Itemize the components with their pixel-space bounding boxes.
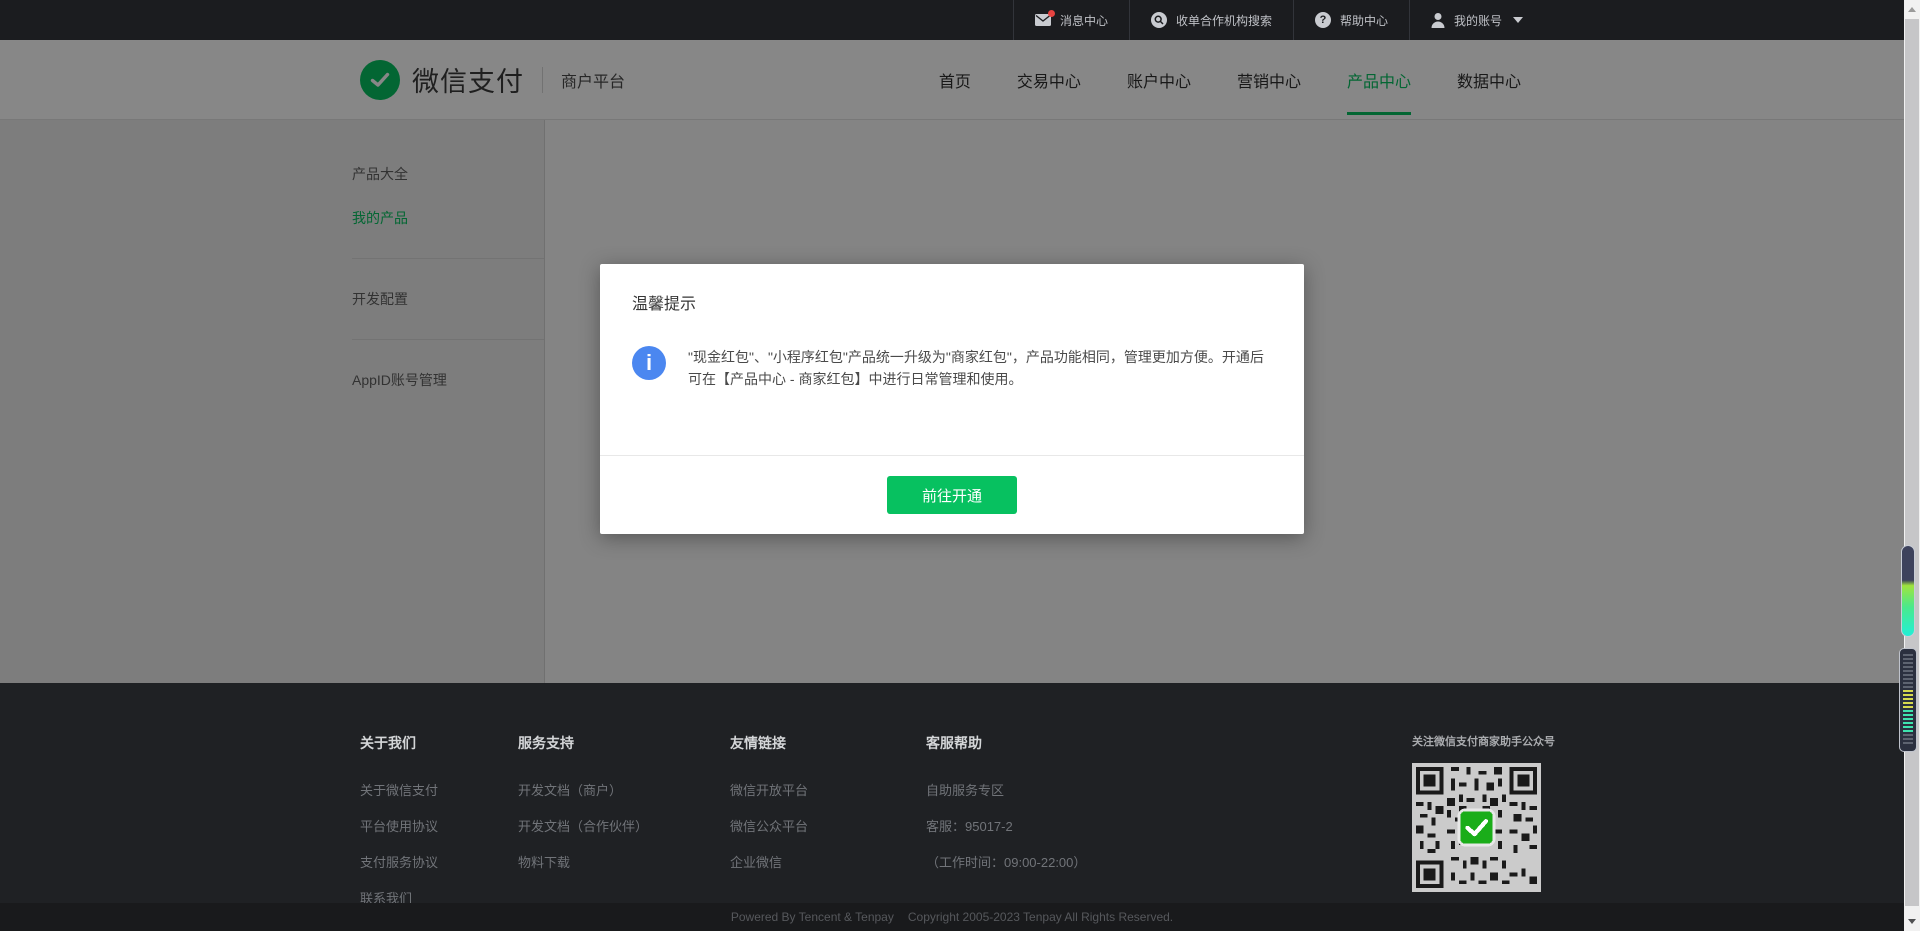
go-activate-button[interactable]: 前往开通 [887, 476, 1017, 514]
footer-service-phone: 客服：95017-2 [926, 816, 1412, 835]
user-icon [1431, 12, 1445, 28]
modal-footer: 前往开通 [600, 455, 1304, 534]
footer-col-about: 关于我们 关于微信支付 平台使用协议 支付服务协议 联系我们 [360, 733, 518, 924]
scrollbar [1904, 0, 1920, 931]
footer-link-payment-agreement[interactable]: 支付服务协议 [360, 852, 518, 871]
footer-qr-block: 关注微信支付商家助手公众号 [1412, 733, 1544, 924]
footer-service-hours: （工作时间：09:00-22:00） [926, 852, 1412, 871]
footer-heading: 关于我们 [360, 733, 518, 753]
topbar-item-label: 我的账号 [1454, 12, 1502, 29]
footer-link-platform-agreement[interactable]: 平台使用协议 [360, 816, 518, 835]
footer: 关于我们 关于微信支付 平台使用协议 支付服务协议 联系我们 服务支持 开发文档… [0, 683, 1904, 931]
powered-by-text: Powered By Tencent & Tenpay [731, 910, 894, 924]
info-icon: i [632, 346, 666, 380]
modal-title: 温馨提示 [600, 264, 1304, 314]
footer-heading: 友情链接 [730, 733, 926, 753]
footer-link-self-service[interactable]: 自助服务专区 [926, 780, 1412, 799]
topbar-item-label: 收单合作机构搜索 [1176, 12, 1272, 29]
footer-col-service: 客服帮助 自助服务专区 客服：95017-2 （工作时间：09:00-22:00… [926, 733, 1412, 924]
scroll-down-icon [1908, 919, 1916, 924]
search-icon [1151, 12, 1167, 28]
scroll-up-icon [1908, 7, 1916, 12]
footer-col-support: 服务支持 开发文档（商户） 开发文档（合作伙伴） 物料下载 [518, 733, 730, 924]
footer-link-wechat-official-platform[interactable]: 微信公众平台 [730, 816, 926, 835]
notice-modal: 温馨提示 i "现金红包"、"小程序红包"产品统一升级为"商家红包"，产品功能相… [600, 264, 1304, 534]
modal-message: "现金红包"、"小程序红包"产品统一升级为"商家红包"，产品功能相同，管理更加方… [688, 346, 1270, 455]
qr-code-image [1412, 763, 1541, 892]
topbar-item-label: 消息中心 [1060, 12, 1108, 29]
modal-body: i "现金红包"、"小程序红包"产品统一升级为"商家红包"，产品功能相同，管理更… [600, 314, 1304, 455]
copyright-bar: Powered By Tencent & Tenpay Copyright 20… [0, 903, 1904, 931]
footer-link-about-wechatpay[interactable]: 关于微信支付 [360, 780, 518, 799]
scrollbar-thumb[interactable] [1905, 19, 1919, 906]
ribbed-stripes-gray-top [1903, 654, 1913, 690]
footer-link-wechat-open-platform[interactable]: 微信开放平台 [730, 780, 926, 799]
scroll-ribbed-handle[interactable] [1899, 648, 1917, 752]
topbar-item-message-center[interactable]: 消息中心 [1013, 0, 1129, 40]
topbar-item-help-center[interactable]: ? 帮助中心 [1293, 0, 1409, 40]
footer-link-material-download[interactable]: 物料下载 [518, 852, 730, 871]
mail-icon [1035, 14, 1051, 26]
ribbed-stripes-gray-bottom [1903, 734, 1913, 746]
qr-label: 关注微信支付商家助手公众号 [1412, 733, 1544, 749]
topbar: 消息中心 收单合作机构搜索 ? 帮助中心 我的账号 [0, 0, 1904, 40]
help-icon: ? [1315, 12, 1331, 28]
footer-link-dev-docs-merchant[interactable]: 开发文档（商户） [518, 780, 730, 799]
scrollbar-down-button[interactable] [1904, 912, 1920, 931]
footer-link-wecom[interactable]: 企业微信 [730, 852, 926, 871]
unread-badge [1048, 10, 1055, 17]
footer-col-links: 友情链接 微信开放平台 微信公众平台 企业微信 [730, 733, 926, 924]
topbar-item-label: 帮助中心 [1340, 12, 1388, 29]
topbar-item-my-account[interactable]: 我的账号 [1409, 0, 1544, 40]
topbar-item-acquirer-search[interactable]: 收单合作机构搜索 [1129, 0, 1293, 40]
footer-heading: 客服帮助 [926, 733, 1412, 753]
scrollbar-up-button[interactable] [1904, 0, 1920, 19]
footer-heading: 服务支持 [518, 733, 730, 753]
chevron-down-icon [1513, 17, 1523, 23]
copyright-text: Copyright 2005-2023 Tenpay All Rights Re… [908, 910, 1173, 924]
ribbed-stripes-teal [1903, 710, 1913, 734]
ribbed-stripes-yellow [1903, 690, 1913, 710]
footer-link-dev-docs-partner[interactable]: 开发文档（合作伙伴） [518, 816, 730, 835]
scroll-gradient-indicator[interactable] [1901, 545, 1915, 637]
